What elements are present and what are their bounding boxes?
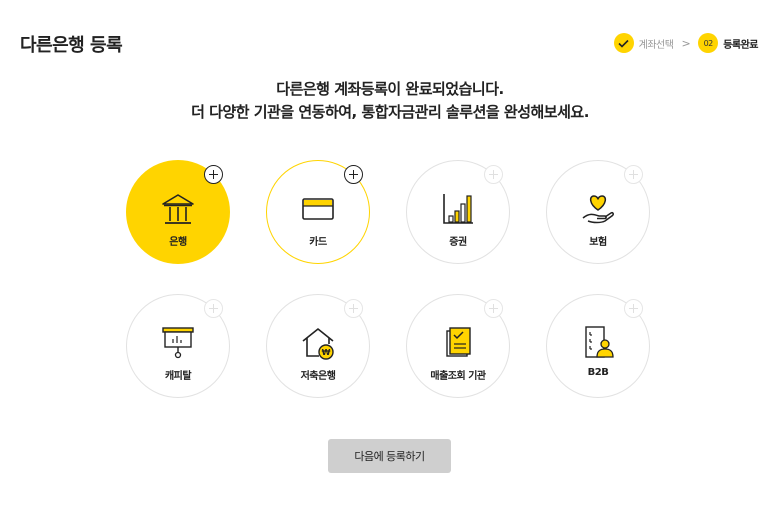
tile-label: 매출조회 기관 xyxy=(430,371,486,382)
completion-message: 다른은행 계좌등록이 완료되었습니다. 더 다양한 기관을 연동하여, 통합자금… xyxy=(0,78,780,124)
step-register-complete: 02 등록완료 xyxy=(698,33,758,53)
presentation-board-icon xyxy=(159,324,197,362)
tile-label: 보험 xyxy=(589,237,607,248)
tile-securities[interactable]: 증권 xyxy=(406,160,510,264)
tile-card[interactable]: 카드 xyxy=(266,160,370,264)
heart-hand-icon xyxy=(579,190,617,228)
step-account-select: 계좌선택 xyxy=(613,33,674,53)
add-insurance-icon[interactable] xyxy=(624,165,643,184)
add-capital-icon[interactable] xyxy=(204,299,223,318)
bank-icon xyxy=(159,190,197,228)
svg-text:₩: ₩ xyxy=(322,348,331,357)
completion-message-line2: 더 다양한 기관을 연동하여, 통합자금관리 솔루션을 완성해보세요. xyxy=(191,103,589,121)
tile-capital[interactable]: 캐피탈 xyxy=(126,294,230,398)
tile-insurance[interactable]: 보험 xyxy=(546,160,650,264)
chevron-right-icon: > xyxy=(681,36,691,50)
step-label-account-select: 계좌선택 xyxy=(638,39,674,51)
tile-label: B2B xyxy=(587,367,609,378)
tile-sales-inquiry[interactable]: 매출조회 기관 xyxy=(406,294,510,398)
add-savings-bank-icon[interactable] xyxy=(344,299,363,318)
tile-label: 캐피탈 xyxy=(164,371,192,382)
step-number-badge: 02 xyxy=(698,33,719,53)
step-indicator: 계좌선택 > 02 등록완료 xyxy=(613,33,758,53)
house-coin-icon: ₩ xyxy=(299,324,337,362)
add-securities-icon[interactable] xyxy=(484,165,503,184)
add-card-icon[interactable] xyxy=(344,165,363,184)
tile-savings-bank[interactable]: ₩ 저축은행 xyxy=(266,294,370,398)
completion-message-line1: 다른은행 계좌등록이 완료되었습니다. xyxy=(276,80,504,98)
tile-label: 저축은행 xyxy=(300,371,336,382)
tile-label: 증권 xyxy=(449,237,467,248)
check-icon xyxy=(613,33,634,53)
add-b2b-icon[interactable] xyxy=(624,299,643,318)
tile-label: 은행 xyxy=(169,237,187,248)
tile-b2b[interactable]: B2B xyxy=(546,294,650,398)
tile-label: 카드 xyxy=(309,237,327,248)
add-bank-icon[interactable] xyxy=(204,165,223,184)
card-icon xyxy=(299,190,337,228)
stock-chart-icon xyxy=(439,190,477,228)
tile-bank[interactable]: 은행 xyxy=(126,160,230,264)
page-title: 다른은행 등록 xyxy=(20,35,123,56)
add-sales-inquiry-icon[interactable] xyxy=(484,299,503,318)
document-check-icon xyxy=(439,324,477,362)
building-person-icon xyxy=(579,324,617,362)
register-later-button[interactable]: 다음에 등록하기 xyxy=(328,439,451,473)
step-label-register-complete: 등록완료 xyxy=(723,39,758,51)
step-number: 02 xyxy=(703,38,714,48)
